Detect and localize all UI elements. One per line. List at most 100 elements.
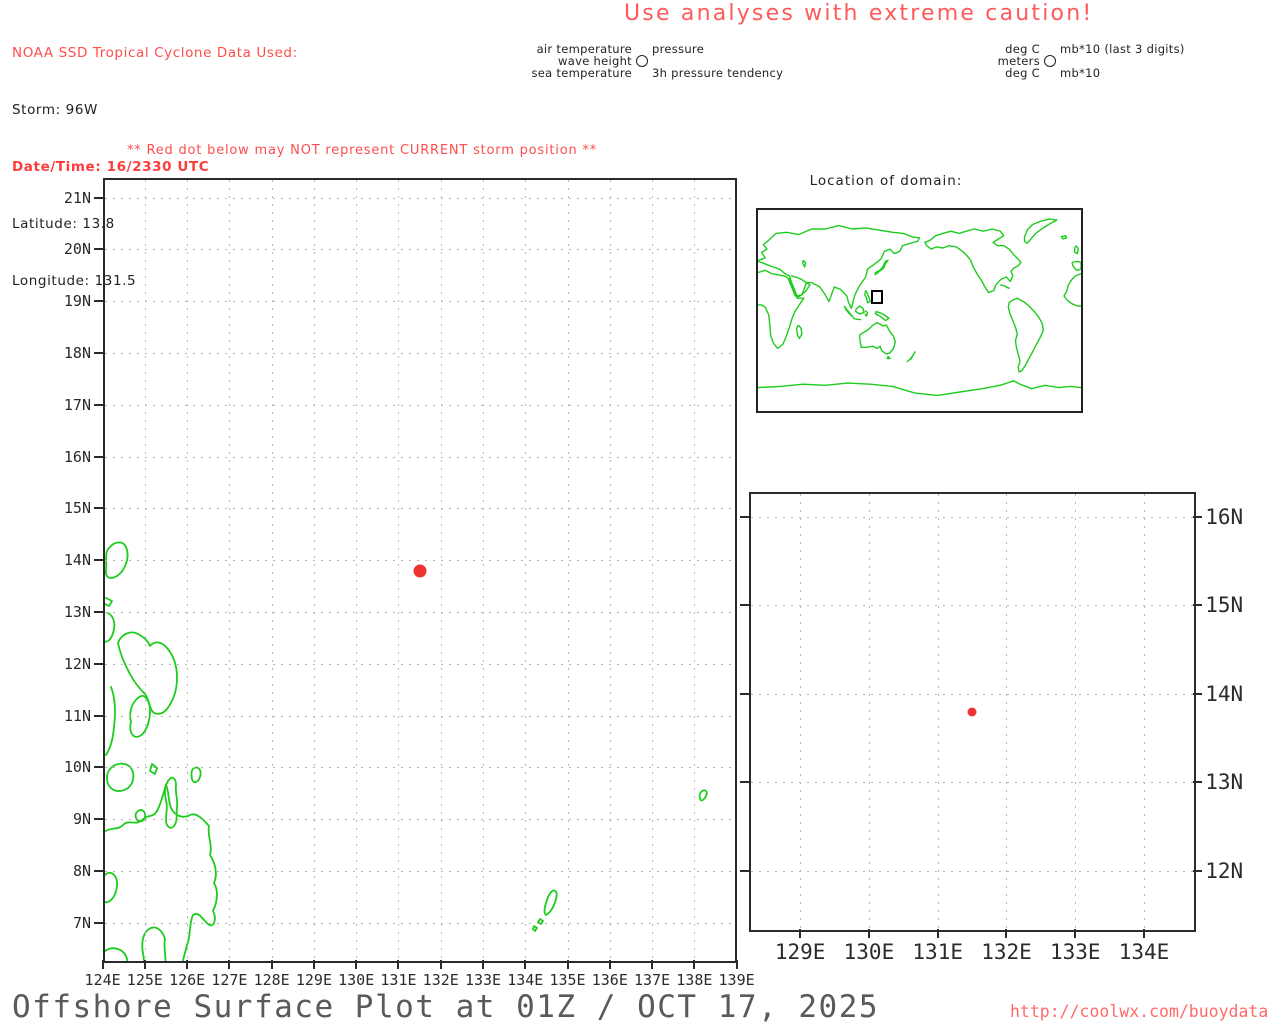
legend-sea-temp-units: deg C	[1005, 66, 1040, 80]
lat-tick	[93, 869, 103, 872]
lon-gridline	[313, 180, 315, 961]
coastline-segment	[795, 324, 803, 340]
station-circle-icon	[1044, 55, 1056, 67]
lat-gridline	[751, 693, 1194, 695]
lon-label: 127E	[211, 971, 248, 990]
lon-label: 125E	[126, 971, 163, 990]
lat-tick	[93, 300, 103, 303]
lat-gridline	[105, 249, 735, 251]
lat-label: 8N	[72, 861, 91, 880]
lon-label: 134E	[1118, 940, 1170, 965]
lat-gridline	[751, 516, 1194, 518]
lon-gridline	[483, 180, 484, 961]
coastline-segment	[758, 269, 805, 350]
lat-label: 7N	[72, 913, 91, 932]
lat-tick	[739, 692, 749, 695]
lon-gridline	[937, 494, 939, 930]
coastline-segment	[1000, 284, 1010, 289]
lon-label: 132E	[981, 940, 1032, 965]
cyclone-source-line: NOAA SSD Tropical Cyclone Data Used:	[12, 45, 298, 61]
storm-zoom-map: 16N 15N 14N 13N 12N 129E 130E 131E 132E 133E 134E	[739, 492, 1243, 964]
world-coastlines	[758, 218, 1081, 397]
lat-label: 13N	[1205, 770, 1244, 795]
plot-title: Offshore Surface Plot at 01Z / OCT 17, 2…	[12, 989, 880, 1024]
lon-tick	[693, 960, 696, 970]
lat-label: 19N	[63, 292, 91, 311]
coastline-segment	[874, 310, 890, 322]
coastline-segment	[924, 228, 1022, 294]
lon-label: 124E	[84, 971, 121, 990]
lat-tick	[93, 196, 103, 199]
lat-gridline	[105, 819, 735, 821]
lon-gridline	[1144, 494, 1146, 930]
lat-label: 15N	[63, 499, 91, 518]
lon-tick	[936, 929, 939, 939]
coastline-segment	[1074, 245, 1079, 255]
lon-gridline	[271, 180, 273, 961]
lon-gridline	[609, 180, 611, 961]
coastline-segment	[802, 259, 807, 268]
lon-label: 138E	[676, 971, 713, 990]
lon-tick	[1074, 929, 1077, 939]
lon-tick	[397, 960, 400, 970]
lat-label: 16N	[63, 447, 91, 466]
lon-label: 133E	[464, 971, 502, 990]
lon-tick	[651, 960, 654, 970]
lon-gridline	[868, 494, 870, 930]
coastline-segment	[906, 351, 916, 363]
lat-tick	[93, 714, 103, 717]
lat-tick	[93, 921, 103, 924]
lon-label: 129E	[774, 940, 826, 965]
lat-gridline	[105, 456, 735, 458]
lon-gridline	[144, 180, 146, 961]
lon-label: 131E	[912, 940, 963, 965]
world-locator-map	[756, 208, 1083, 413]
lon-gridline	[187, 180, 189, 961]
source-url: http://coolwx.com/buoydata	[1010, 1002, 1269, 1021]
lat-gridline	[105, 612, 735, 613]
lon-gridline	[1075, 494, 1077, 930]
lat-label: 14N	[63, 551, 91, 570]
main-surface-map: 21N 20N 19N 18N 17N 16N 15N 14N 13N 12N 11N 10N 9N 8N…	[64, 178, 755, 989]
lat-tick	[93, 507, 103, 510]
lat-tick	[1193, 692, 1203, 695]
lon-tick	[608, 960, 611, 970]
lat-tick	[93, 248, 103, 251]
coastline-segment	[886, 355, 891, 360]
coastline-segment	[1007, 297, 1044, 373]
coastline-segment	[1063, 272, 1081, 307]
lon-tick	[186, 960, 189, 970]
lat-label: 13N	[63, 603, 91, 621]
lat-tick	[93, 559, 103, 562]
storm-datetime-line: Date/Time: 16/2330 UTC	[12, 159, 210, 175]
lat-gridline	[105, 197, 735, 199]
coastline-segment	[758, 224, 921, 310]
buoy-plot-page: NOAA SSD Tropical Cyclone Data Used: Sto…	[0, 0, 1280, 1024]
lat-label: 11N	[63, 706, 91, 725]
coastline-segment	[864, 290, 871, 304]
storm-position-dot	[967, 707, 977, 717]
lon-label: 126E	[169, 971, 206, 990]
lat-tick	[739, 604, 749, 607]
lat-label: 9N	[72, 810, 91, 829]
lon-label: 130E	[338, 971, 375, 990]
lon-tick	[524, 960, 527, 970]
lat-label: 15N	[1205, 593, 1244, 618]
lat-tick	[93, 611, 103, 613]
lon-tick	[735, 960, 738, 970]
lat-gridline	[105, 301, 735, 303]
lon-gridline	[1006, 494, 1008, 930]
lon-tick	[1005, 929, 1008, 939]
caution-banner: Use analyses with extreme caution!	[624, 1, 1094, 26]
legend-pressure-tendency: 3h pressure tendency	[652, 66, 784, 80]
lat-label: 16N	[1205, 504, 1244, 529]
lat-gridline	[105, 767, 735, 769]
coastline-segment	[852, 317, 862, 321]
lat-label: 18N	[63, 344, 91, 363]
coastline-segment	[855, 305, 865, 315]
lon-gridline	[356, 180, 358, 961]
legend-pressure: pressure	[652, 42, 705, 56]
lon-gridline	[800, 494, 802, 930]
lat-label: 14N	[1205, 681, 1244, 706]
coastline-segment	[788, 275, 811, 297]
